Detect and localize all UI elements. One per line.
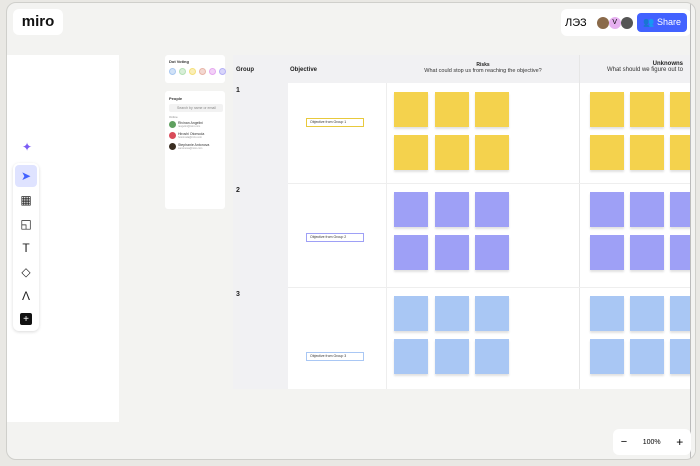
person-item[interactable]: Stephanie Antonova santonova@miro.com [169,141,209,152]
sticky-note[interactable] [630,135,664,170]
sticky-note[interactable] [435,135,469,170]
sticky-note[interactable] [590,135,624,170]
sticky-note[interactable] [435,192,469,227]
zoom-in-button[interactable]: + [676,435,683,449]
vote-dot[interactable] [219,68,226,75]
objectives-table: Group Objective Risks What could stop us… [233,55,695,389]
avatar [169,132,176,139]
header-unknowns-subtitle: What should we figure out to [606,67,683,73]
sticky-note[interactable] [630,92,664,127]
tool-sticky-note-icon[interactable]: ◱ [15,213,37,235]
tool-more-icon[interactable]: + [20,313,32,325]
sticky-note[interactable] [630,235,664,270]
sticky-note[interactable] [630,339,664,374]
top-right-bar: ЛЭЗ V 👥 Share [561,9,691,36]
miro-logo[interactable]: miro [13,9,63,35]
person-email: hotomoda@miro.com [178,136,202,139]
avatar [169,143,176,150]
objective-card[interactable]: Objective from Group 2 [306,233,364,242]
vote-dot[interactable] [199,68,206,75]
person-item[interactable]: Rivinan Angelini rangelini@miro.com [169,119,209,130]
dot-voting-title: Dot Voting [169,59,189,64]
board-name[interactable]: ЛЭЗ [565,17,587,29]
header-risks-subtitle: What could stop us from reaching the obj… [424,68,542,74]
sticky-note[interactable] [435,339,469,374]
sticky-note[interactable] [475,192,509,227]
avatar[interactable]: V [608,16,621,29]
header-group: Group [236,67,254,73]
tool-select-icon[interactable]: ➤ [15,165,37,187]
vote-dot[interactable] [179,68,186,75]
people-panel: People Search by name or email Online Ri… [165,91,225,209]
sticky-note[interactable] [394,339,428,374]
people-icon: 👥 [643,17,657,27]
people-search-input[interactable]: Search by name or email [169,104,223,112]
vote-dot[interactable] [209,68,216,75]
sticky-note[interactable] [435,296,469,331]
vote-dot[interactable] [189,68,196,75]
sticky-note[interactable] [475,296,509,331]
right-edge [690,3,695,459]
sticky-note[interactable] [630,192,664,227]
avatar [169,121,176,128]
sticky-note[interactable] [630,296,664,331]
person-item[interactable]: Hiroshi Otomoda hotomoda@miro.com [169,130,209,141]
sticky-note[interactable] [590,296,624,331]
sticky-note[interactable] [475,235,509,270]
objective-card[interactable]: Objective from Group 1 [306,118,364,127]
objective-card[interactable]: Objective from Group 3 [306,352,364,361]
sticky-note[interactable] [394,92,428,127]
group-number: 2 [236,187,240,194]
zoom-out-button[interactable]: − [621,436,627,448]
person-email: santonova@miro.com [178,147,203,150]
sticky-note[interactable] [394,192,428,227]
tool-templates-icon[interactable]: ▦ [15,189,37,211]
group-number: 3 [236,291,240,298]
zoom-controls: − 100% + [613,429,691,455]
sticky-note[interactable] [394,235,428,270]
group-number: 1 [236,87,240,94]
sticky-note[interactable] [590,92,624,127]
vote-dot[interactable] [169,68,176,75]
sticky-note[interactable] [435,92,469,127]
sticky-note[interactable] [394,135,428,170]
avatar[interactable] [620,16,633,29]
sticky-note[interactable] [475,135,509,170]
sticky-note[interactable] [590,339,624,374]
sticky-note[interactable] [590,192,624,227]
toolbar: ➤ ▦ ◱ T ◇ Λ + [13,163,39,331]
header-objective: Objective [290,67,318,73]
sticky-note[interactable] [590,235,624,270]
ai-sparkle-icon[interactable]: ✦ [15,135,39,159]
share-button[interactable]: 👥 Share [637,13,687,32]
tool-shapes-icon[interactable]: ◇ [15,261,37,283]
sticky-note[interactable] [394,296,428,331]
tool-text-icon[interactable]: T [15,237,37,259]
avatar[interactable] [596,16,609,29]
sticky-note[interactable] [475,92,509,127]
person-email: rangelini@miro.com [178,125,201,128]
zoom-level[interactable]: 100% [643,439,661,446]
sticky-note[interactable] [475,339,509,374]
sticky-note[interactable] [435,235,469,270]
dot-voting-panel: Dot Voting [165,55,226,83]
tool-pen-icon[interactable]: Λ [15,285,37,307]
people-title: People [169,96,183,101]
board-canvas[interactable]: miro ЛЭЗ V 👥 Share ✦ ➤ ▦ ◱ T ◇ Λ + Dot Voting … [6,2,696,460]
